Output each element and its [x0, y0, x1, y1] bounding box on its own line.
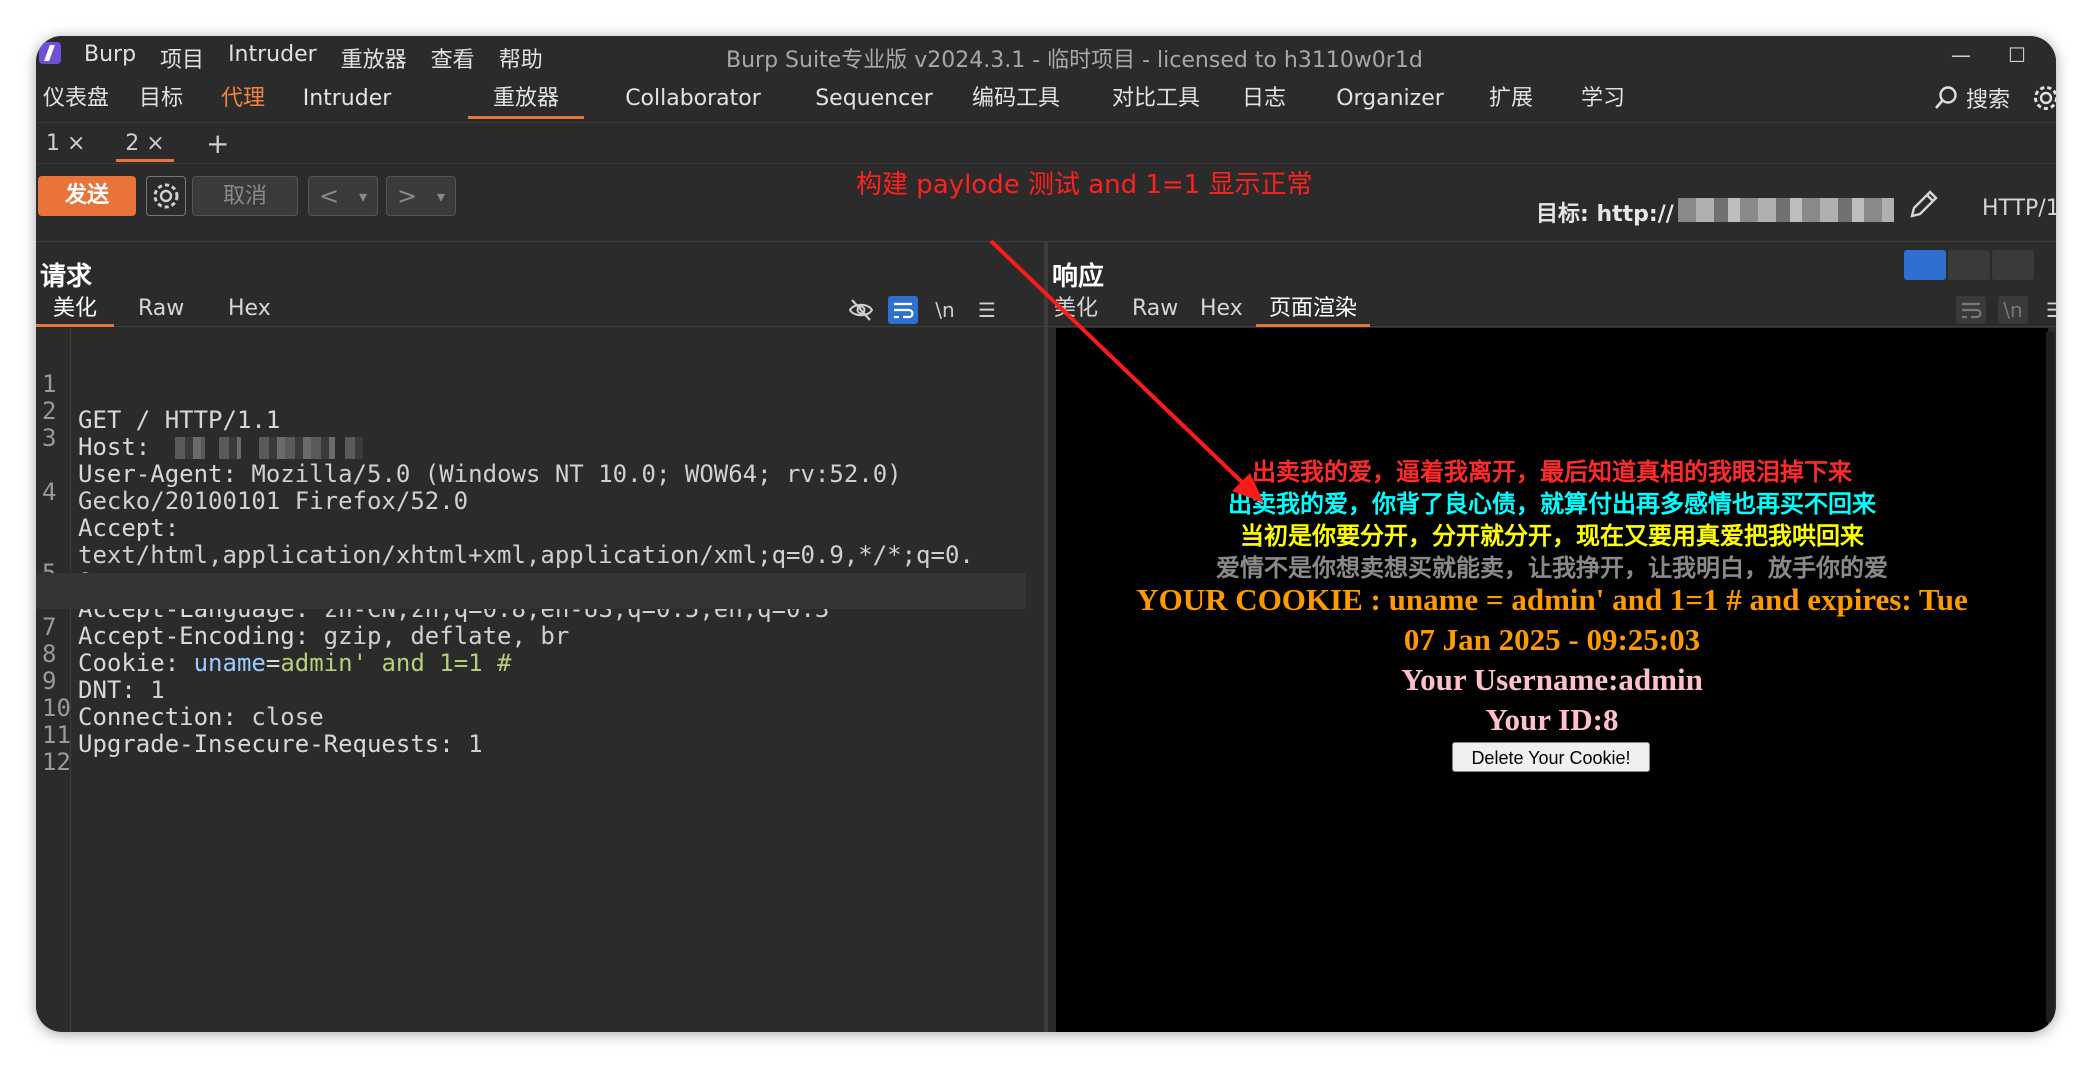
back-dropdown-icon[interactable]: ▾: [359, 187, 367, 206]
repeater-tab-2[interactable]: 2 ×: [116, 129, 174, 162]
send-options-button[interactable]: [146, 176, 186, 216]
request-tab-hex[interactable]: Hex: [228, 294, 271, 324]
menu-view[interactable]: 查看: [431, 42, 475, 74]
cancel-button[interactable]: 取消: [192, 176, 298, 216]
annotation-text: 构建 paylode 测试 and 1=1 显示正常: [856, 170, 1313, 200]
wrap-lines-icon: [1962, 302, 1982, 319]
response-menu-icon[interactable]: ☰: [2040, 296, 2056, 324]
search-label: 搜索: [1966, 88, 2011, 113]
gear-icon: [153, 183, 179, 209]
lyric-line-4: 爱情不是你想卖想买就能卖，让我挣开，让我明白，放手你的爱: [1216, 556, 1888, 582]
search-button[interactable]: 搜索: [1934, 82, 2010, 114]
protocol-label[interactable]: HTTP/1: [1982, 196, 2056, 221]
response-tab-raw[interactable]: Raw: [1132, 294, 1178, 324]
layout-stacked-icon[interactable]: [1948, 250, 1990, 280]
search-icon: [1935, 86, 1957, 109]
response-panel: 响应 美化 Raw Hex 页面渲染 \n ☰ 出卖我的爱，逼着我离开，最后知道…: [1048, 242, 2056, 1032]
main-tab-bar: 仪表盘 目标 代理 Intruder 重放器 Collaborator Sequ…: [36, 78, 2056, 119]
hide-eye-icon[interactable]: [846, 296, 876, 324]
tab-dashboard[interactable]: 仪表盘: [36, 82, 116, 116]
tab-learn[interactable]: 学习: [1568, 82, 1638, 116]
response-title: 响应: [1052, 262, 1105, 292]
request-editor[interactable]: 1 GET / HTTP/1.1 2 Host: 3 User-Agent: M…: [36, 328, 1044, 1032]
eye-slash-icon: [848, 299, 874, 321]
edit-target-pencil-icon[interactable]: [1906, 188, 1940, 222]
tab-organizer[interactable]: Organizer: [1322, 82, 1458, 116]
wrap-lines-icon: [894, 302, 914, 319]
maximize-icon[interactable]: ☐: [2002, 40, 2032, 70]
history-back-button[interactable]: < ▾: [308, 176, 378, 216]
response-editor-tools: \n ☰: [1956, 296, 2056, 324]
cookie-info-line: YOUR COOKIE : uname = admin' and 1=1 # a…: [1136, 582, 1968, 617]
forward-arrow-icon: >: [396, 182, 418, 210]
request-editor-tools: \n ☰: [846, 296, 1002, 324]
menu-project[interactable]: 项目: [160, 42, 204, 74]
request-line: 12: [36, 708, 1036, 776]
lyric-line-3: 当初是你要分开，分开就分开，现在又要用真爱把我哄回来: [1240, 524, 1864, 550]
lyric-line-2: 出卖我的爱，你背了良心债，就算付出再多感情也再买不回来: [1228, 492, 1876, 518]
menu-intruder[interactable]: Intruder: [228, 42, 317, 74]
send-button[interactable]: 发送: [38, 176, 136, 216]
tab-sequencer[interactable]: Sequencer: [794, 82, 954, 116]
line-number: 12: [42, 748, 71, 776]
delete-cookie-button[interactable]: Delete Your Cookie!: [1452, 742, 1650, 772]
tab-intruder[interactable]: Intruder: [292, 82, 402, 116]
tab-logger[interactable]: 日志: [1234, 82, 1294, 116]
minimize-icon[interactable]: —: [1946, 40, 1976, 70]
burp-window: Burp 项目 Intruder 重放器 查看 帮助 Burp Suite专业版…: [36, 36, 2056, 1032]
tab-proxy[interactable]: 代理: [208, 82, 278, 116]
target-host-redacted[interactable]: [1678, 198, 1894, 222]
history-forward-button[interactable]: > ▾: [386, 176, 456, 216]
wrap-lines-toggle[interactable]: [1956, 296, 1986, 324]
response-tab-render[interactable]: 页面渲染: [1256, 294, 1370, 327]
tab-decoder[interactable]: 编码工具: [954, 82, 1078, 116]
cookie-expires-line: 07 Jan 2025 - 09:25:03: [1403, 622, 1701, 657]
request-view-tabs: 美化 Raw Hex \n ☰: [36, 290, 1044, 327]
repeater-tab-bar: 1 × 2 × +: [36, 122, 2056, 164]
response-tab-pretty[interactable]: 美化: [1054, 294, 1098, 324]
layout-toggle-group: [1904, 250, 2034, 280]
request-tab-pretty[interactable]: 美化: [36, 294, 114, 327]
wrap-lines-toggle[interactable]: [888, 296, 918, 324]
show-newlines-toggle[interactable]: \n: [1998, 296, 2028, 324]
rendered-page-view: 出卖我的爱，逼着我离开，最后知道真相的我眼泪掉下来 出卖我的爱，你背了良心债，就…: [1056, 328, 2048, 1032]
forward-dropdown-icon[interactable]: ▾: [437, 187, 445, 206]
layout-tabs-icon[interactable]: [1992, 250, 2034, 280]
menu-bar: Burp 项目 Intruder 重放器 查看 帮助: [84, 42, 543, 74]
menu-help[interactable]: 帮助: [499, 42, 543, 74]
menu-burp[interactable]: Burp: [84, 42, 136, 74]
response-tab-hex[interactable]: Hex: [1200, 294, 1243, 324]
tab-collaborator[interactable]: Collaborator: [598, 82, 788, 116]
request-title: 请求: [40, 262, 93, 292]
menu-repeater[interactable]: 重放器: [341, 42, 407, 74]
username-line: Your Username:admin: [1401, 662, 1703, 697]
tab-repeater[interactable]: 重放器: [468, 82, 584, 119]
show-newlines-toggle[interactable]: \n: [930, 296, 960, 324]
request-menu-icon[interactable]: ☰: [972, 296, 1002, 324]
response-scrollbar[interactable]: [2046, 332, 2054, 1022]
request-tab-raw[interactable]: Raw: [138, 294, 184, 324]
burp-logo-icon: [39, 42, 61, 64]
tab-comparer[interactable]: 对比工具: [1094, 82, 1218, 116]
repeater-tab-1[interactable]: 1 ×: [46, 129, 85, 159]
layout-side-by-side-icon[interactable]: [1904, 250, 1946, 280]
settings-gear-icon[interactable]: [2032, 84, 2056, 112]
title-bar: Burp 项目 Intruder 重放器 查看 帮助 Burp Suite专业版…: [36, 36, 2056, 76]
target-label: 目标: http://: [1536, 202, 1674, 227]
back-arrow-icon: <: [318, 182, 340, 210]
tab-target[interactable]: 目标: [126, 82, 196, 116]
id-line: Your ID:8: [1485, 702, 1619, 737]
response-view-tabs: 美化 Raw Hex 页面渲染 \n ☰: [1048, 290, 2056, 327]
window-title: Burp Suite专业版 v2024.3.1 - 临时项目 - license…: [726, 48, 1423, 73]
tab-extensions[interactable]: 扩展: [1476, 82, 1546, 116]
request-panel: 请求 美化 Raw Hex \n ☰ 1 GET / HTTP/1.1 2 Ho…: [36, 242, 1044, 1032]
lyric-line-1: 出卖我的爱，逼着我离开，最后知道真相的我眼泪掉下来: [1252, 460, 1852, 486]
add-tab-button[interactable]: +: [206, 129, 229, 159]
